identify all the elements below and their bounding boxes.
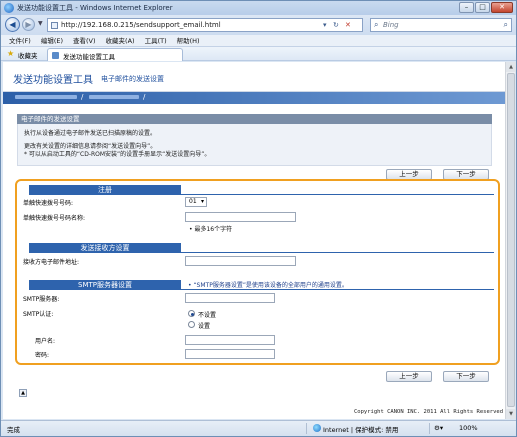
app-title: 发送功能设置工具 [13, 75, 93, 86]
speed-dial-select[interactable]: 01 ▾ [185, 197, 207, 207]
refresh-icon[interactable]: ↻ [333, 21, 339, 29]
breadcrumb-item-1[interactable] [15, 95, 77, 99]
recipient-divider [181, 252, 494, 253]
tab-page-icon [52, 52, 59, 59]
register-divider [181, 194, 494, 195]
page-content: 发送功能设置工具 电子邮件的发送设置 / / 电子邮件的发送设置 执行从设备通过… [3, 62, 505, 419]
address-dropdown-icon[interactable]: ▾ [323, 21, 327, 29]
speed-dial-label: 单触快速拨号号码: [23, 200, 74, 207]
stop-icon[interactable]: ✕ [345, 21, 351, 29]
status-bar: 完成 Internet | 保护模式: 禁用 ⚙▾ 100% [1, 420, 516, 436]
breadcrumb: / / [3, 92, 505, 104]
section-heading: 电子邮件的发送设置 [17, 114, 492, 124]
auth-on-label: 设置 [198, 323, 211, 330]
description-box: 执行从设备通过电子邮件发送已扫描原稿的设置。 更改有关设置的详细信息请参阅“发送… [17, 124, 492, 166]
auth-on-radio[interactable] [188, 321, 195, 328]
back-button[interactable]: ◀ [5, 17, 20, 32]
password-label: 密码: [35, 352, 50, 359]
scroll-thumb[interactable] [507, 73, 515, 407]
smtp-hint: • “SMTP服务器设置”是使用该设备的全部用户的通用设置。 [188, 282, 348, 289]
username-input[interactable] [185, 335, 275, 345]
recipient-email-input[interactable] [185, 256, 296, 266]
vertical-scrollbar[interactable]: ▲ ▼ [505, 62, 516, 419]
chevron-down-icon: ▾ [200, 198, 204, 205]
url-input[interactable]: http://192.168.0.215/sendsupport_email.h… [47, 18, 363, 32]
status-separator [429, 423, 430, 434]
auth-off-label: 不设置 [198, 312, 217, 319]
password-input[interactable] [185, 349, 275, 359]
menu-tools[interactable]: 工具(T) [145, 35, 167, 46]
window-title: 发送功能设置工具 - Windows Internet Explorer [17, 4, 173, 12]
menu-edit[interactable]: 编辑(E) [41, 35, 63, 46]
menu-file[interactable]: 文件(F) [9, 35, 31, 46]
breadcrumb-separator: / [81, 93, 84, 101]
recipient-heading: 发送接收方设置 [29, 243, 181, 253]
breadcrumb-item-2[interactable] [89, 95, 139, 99]
description-line-1: 执行从设备通过电子邮件发送已扫描原稿的设置。 [24, 130, 157, 137]
tab-current[interactable]: 发送功能设置工具 [47, 48, 183, 61]
address-bar: ◀ ▶ ▼ http://192.168.0.215/sendsupport_e… [1, 15, 516, 35]
smtp-server-label: SMTP服务器: [23, 296, 60, 303]
page-top-icon[interactable]: ▲ [19, 389, 27, 397]
smtp-auth-label: SMTP认证: [23, 311, 54, 318]
speed-dial-name-input[interactable] [185, 212, 296, 222]
register-heading: 注册 [29, 185, 181, 195]
status-separator [306, 423, 307, 434]
search-input[interactable]: ⌕ Bing ⌕ [370, 18, 512, 32]
zoom-level[interactable]: 100% [459, 424, 478, 432]
menu-help[interactable]: 帮助(H) [177, 35, 200, 46]
minimize-button[interactable]: – [459, 2, 474, 13]
auth-off-radio[interactable] [188, 310, 195, 317]
bing-icon: ⌕ [374, 20, 379, 29]
app-header: 发送功能设置工具 电子邮件的发送设置 [3, 62, 505, 92]
maximize-button[interactable]: □ [475, 2, 490, 13]
prev-button-bottom[interactable]: 上一步 [386, 371, 432, 382]
search-placeholder: Bing [383, 21, 399, 29]
scroll-down-icon[interactable]: ▼ [506, 409, 516, 419]
status-text: 完成 [7, 426, 20, 434]
menu-view[interactable]: 查看(V) [73, 35, 96, 46]
search-icon[interactable]: ⌕ [504, 20, 508, 30]
favorites-bar: ★ 收藏夹 发送功能设置工具 [1, 47, 516, 61]
forward-button[interactable]: ▶ [22, 18, 35, 31]
username-label: 用户名: [35, 338, 56, 345]
copyright-text: Copyright CANON INC. 2011 All Rights Res… [354, 409, 504, 415]
menu-bar: 文件(F) 编辑(E) 查看(V) 收藏夹(A) 工具(T) 帮助(H) [1, 35, 516, 47]
window-controls: – □ ✕ [459, 2, 513, 13]
smtp-divider [181, 289, 494, 290]
next-button-bottom[interactable]: 下一步 [443, 371, 489, 382]
speed-dial-name-label: 单触快速拨号号码名称: [23, 215, 86, 222]
favorites-star-icon[interactable]: ★ [7, 49, 14, 58]
history-dropdown-icon[interactable]: ▼ [38, 20, 43, 27]
app-subtitle: 电子邮件的发送设置 [101, 75, 164, 83]
scroll-up-icon[interactable]: ▲ [506, 62, 516, 72]
page-icon [51, 22, 58, 29]
protected-mode-icon[interactable]: ⚙▾ [434, 424, 443, 432]
description-line-3: * 可以从启动工具的“CD-ROM安装”的设置手册显示“发送设置向导”。 [24, 151, 211, 158]
close-button[interactable]: ✕ [491, 2, 513, 13]
favorites-button[interactable]: 收藏夹 [18, 50, 38, 60]
ie-logo-icon [4, 3, 14, 13]
security-zone[interactable]: Internet | 保护模式: 禁用 [323, 424, 398, 434]
recipient-email-label: 接收方电子邮件地址: [23, 259, 80, 266]
smtp-server-input[interactable] [185, 293, 275, 303]
tab-title: 发送功能设置工具 [63, 53, 115, 61]
name-length-hint: • 最多16个字符 [189, 226, 233, 233]
title-bar: 发送功能设置工具 - Windows Internet Explorer – □… [1, 1, 516, 15]
menu-favorites[interactable]: 收藏夹(A) [106, 35, 135, 46]
internet-zone-icon [313, 424, 321, 432]
breadcrumb-separator: / [143, 93, 146, 101]
speed-dial-value: 01 [189, 198, 197, 205]
browser-window: 发送功能设置工具 - Windows Internet Explorer – □… [0, 0, 517, 437]
smtp-heading: SMTP服务器设置 [29, 280, 181, 290]
url-text: http://192.168.0.215/sendsupport_email.h… [61, 21, 221, 29]
